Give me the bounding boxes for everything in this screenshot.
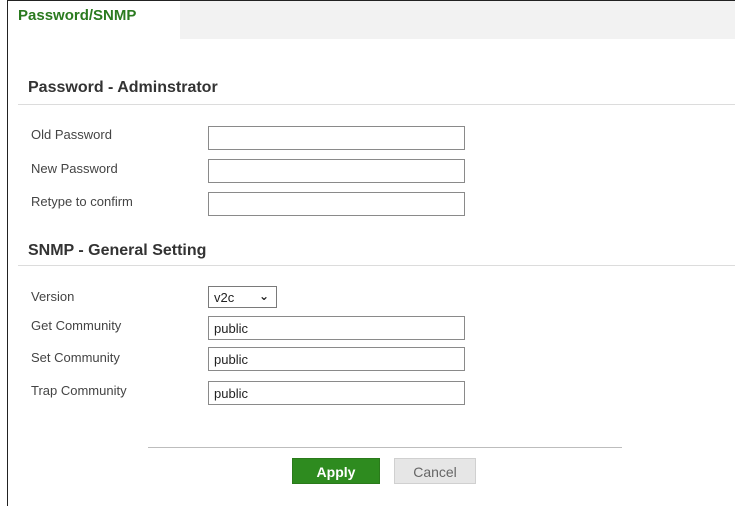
version-select[interactable]: v2c ⌄ [208, 286, 277, 308]
get-community-label: Get Community [31, 318, 122, 333]
button-divider [148, 447, 622, 448]
password-section-title: Password - Adminstrator [28, 79, 218, 96]
trap-community-label: Trap Community [31, 383, 127, 398]
snmp-section-divider [18, 265, 735, 266]
apply-button[interactable]: Apply [292, 458, 380, 484]
version-selected-value: v2c [214, 290, 235, 305]
snmp-section-title: SNMP - General Setting [28, 242, 207, 259]
cancel-button[interactable]: Cancel [394, 458, 476, 484]
set-community-input[interactable] [208, 347, 465, 371]
new-password-input[interactable] [208, 159, 465, 183]
old-password-input[interactable] [208, 126, 465, 150]
trap-community-input[interactable] [208, 381, 465, 405]
tab-password-snmp[interactable]: Password/SNMP [8, 1, 180, 39]
chevron-down-icon: ⌄ [258, 289, 269, 303]
retype-password-label: Retype to confirm [31, 194, 133, 209]
set-community-label: Set Community [31, 350, 120, 365]
version-label: Version [31, 289, 75, 304]
password-section-divider [18, 104, 735, 105]
old-password-label: Old Password [31, 127, 112, 142]
retype-password-input[interactable] [208, 192, 465, 216]
new-password-label: New Password [31, 161, 118, 176]
get-community-input[interactable] [208, 316, 465, 340]
